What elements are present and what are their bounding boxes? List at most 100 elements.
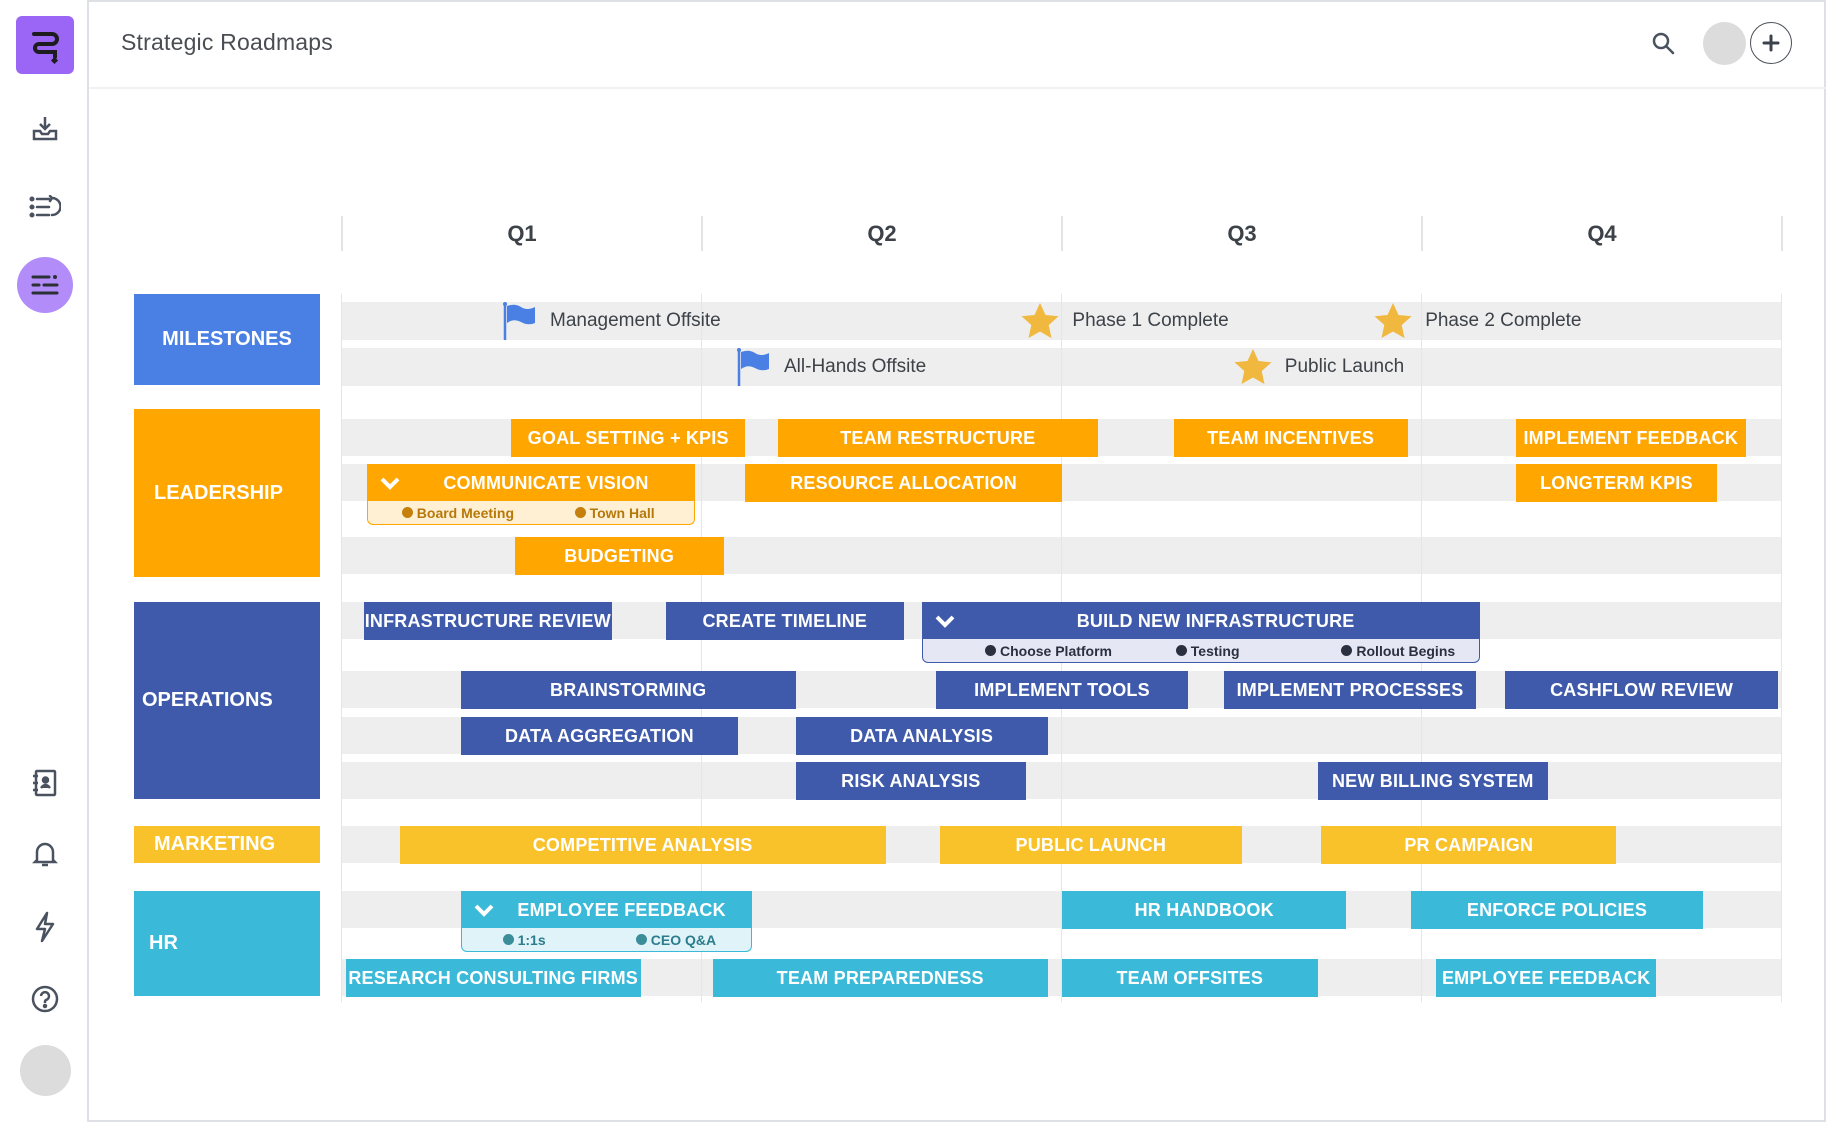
bar-label: EMPLOYEE FEEDBACK (1441, 967, 1651, 988)
star-icon (1374, 303, 1412, 339)
sidebar-item-notifications[interactable] (22, 831, 68, 877)
roadmap-bar[interactable]: IMPLEMENT TOOLS (936, 671, 1188, 709)
roadmap-bar[interactable]: INFRASTRUCTURE REVIEW (363, 602, 612, 640)
roadmap-bar[interactable]: HR HANDBOOK (1062, 891, 1347, 929)
roadmap-bar[interactable]: NEW BILLING SYSTEM (1317, 762, 1548, 800)
roadmap-bar[interactable]: EMPLOYEE FEEDBACK (1436, 959, 1656, 997)
milestone-flag[interactable]: Management Offsite (502, 300, 721, 342)
bar-subitems: 1:1s CEO Q&A (460, 928, 753, 952)
sidebar-item-import[interactable] (22, 106, 68, 152)
bar-label: DATA ANALYSIS (850, 725, 994, 746)
roadmap-bar[interactable]: TEAM INCENTIVES (1173, 419, 1408, 457)
category-marketing: MARKETING (134, 826, 320, 863)
sidebar-item-roadmap[interactable] (17, 257, 73, 313)
sidebar-item-help[interactable] (22, 976, 68, 1022)
milestone-label: All-Hands Offsite (784, 356, 927, 377)
roadmap-bar[interactable]: ENFORCE POLICIES (1411, 891, 1703, 929)
subitem[interactable]: CEO Q&A (635, 932, 716, 948)
sidebar-item-list[interactable] (22, 184, 68, 230)
milestone-flag[interactable]: All-Hands Offsite (736, 346, 926, 388)
dot-icon (984, 645, 996, 656)
dot-icon (1175, 645, 1187, 656)
roadmap-icon (31, 275, 59, 295)
dot-icon (1341, 645, 1353, 656)
chevron-down-icon[interactable] (934, 610, 956, 632)
search-icon (1652, 32, 1675, 55)
bar-label: RESEARCH CONSULTING FIRMS (348, 967, 639, 988)
roadmap-bar[interactable]: TEAM PREPAREDNESS (712, 959, 1048, 997)
app-logo[interactable] (16, 16, 74, 74)
star-icon (1234, 349, 1272, 385)
header-avatar[interactable] (1703, 22, 1746, 65)
roadmap-bar[interactable]: DATA ANALYSIS (795, 717, 1048, 755)
dot-icon (574, 507, 586, 518)
subitem-label: Rollout Begins (1356, 642, 1456, 659)
roadmap-bar[interactable]: TEAM OFFSITES (1062, 959, 1318, 997)
roadmap-bar[interactable]: BUDGETING (514, 537, 724, 575)
roadmap-bar[interactable]: BRAINSTORMING (460, 671, 796, 709)
subitem[interactable]: Town Hall (574, 505, 655, 521)
sidebar (0, 0, 89, 1122)
bar-label: IMPLEMENT PROCESSES (1236, 679, 1464, 700)
roadmap-bar[interactable]: IMPLEMENT FEEDBACK (1515, 419, 1746, 457)
chevron-down-icon[interactable] (473, 899, 495, 921)
milestone-star[interactable]: Public Launch (1233, 346, 1404, 388)
quarter-divider-header (341, 216, 343, 251)
sidebar-item-automations[interactable] (22, 904, 68, 950)
bar-label: RESOURCE ALLOCATION (790, 472, 1017, 493)
subitem[interactable]: Choose Platform (984, 643, 1112, 659)
milestone-star[interactable]: Phase 1 Complete (1020, 300, 1229, 342)
inbox-download-icon (32, 117, 58, 141)
bar-label: TEAM INCENTIVES (1207, 427, 1375, 448)
bar-label: TEAM OFFSITES (1116, 967, 1264, 988)
quarter-divider-header (701, 216, 703, 251)
plus-icon (1762, 34, 1780, 52)
roadmap-logo-icon (32, 32, 59, 65)
subitem[interactable]: Testing (1175, 643, 1240, 659)
bar-label: INFRASTRUCTURE REVIEW (364, 610, 611, 631)
row-band (342, 348, 1782, 386)
roadmap-bar[interactable]: PR CAMPAIGN (1321, 826, 1617, 864)
flag-icon (737, 348, 769, 386)
roadmap-bar[interactable]: DATA AGGREGATION (460, 717, 738, 755)
quarter-header-q2: Q2 (867, 221, 897, 246)
bell-icon (32, 842, 58, 867)
bar-label: DATA AGGREGATION (504, 725, 694, 746)
roadmap-bar[interactable]: COMMUNICATE VISION (367, 464, 695, 502)
roadmap-bar[interactable]: CREATE TIMELINE (666, 602, 904, 640)
roadmap-bar[interactable]: GOAL SETTING + KPIS (511, 419, 746, 457)
roadmap-bar[interactable]: BUILD NEW INFRASTRUCTURE (921, 602, 1480, 640)
bar-label: PUBLIC LAUNCH (1015, 834, 1167, 855)
milestone-label: Phase 2 Complete (1425, 310, 1582, 331)
roadmap-bar[interactable]: LONGTERM KPIS (1515, 464, 1718, 502)
row-band (342, 762, 1782, 799)
add-button[interactable] (1750, 22, 1792, 64)
roadmap-bar[interactable]: RISK ANALYSIS (795, 762, 1026, 800)
chevron-down-icon[interactable] (379, 472, 401, 494)
bar-label: CASHFLOW REVIEW (1550, 679, 1734, 700)
search-button[interactable] (1650, 30, 1678, 58)
subitem[interactable]: 1:1s (502, 932, 546, 948)
category-hr: HR (134, 891, 320, 996)
roadmap-bar[interactable]: IMPLEMENT PROCESSES (1224, 671, 1476, 709)
subitem[interactable]: Board Meeting (401, 505, 514, 521)
bar-label: BUILD NEW INFRASTRUCTURE (1076, 610, 1355, 631)
category-leadership: LEADERSHIP (134, 409, 320, 577)
bar-label: LONGTERM KPIS (1540, 472, 1693, 493)
roadmap-bar[interactable]: COMPETITIVE ANALYSIS (399, 826, 886, 864)
bar-label: COMPETITIVE ANALYSIS (532, 834, 753, 855)
roadmap-bar[interactable]: RESEARCH CONSULTING FIRMS (345, 959, 641, 997)
roadmap-bar[interactable]: EMPLOYEE FEEDBACK (460, 891, 753, 929)
roadmap-bar[interactable]: TEAM RESTRUCTURE (777, 419, 1098, 457)
quarter-divider-header (1781, 216, 1783, 251)
top-header: Strategic Roadmaps (89, 0, 1826, 89)
roadmap-bar[interactable]: CASHFLOW REVIEW (1504, 671, 1779, 709)
subitem[interactable]: Rollout Begins (1341, 643, 1455, 659)
user-avatar[interactable] (20, 1045, 71, 1096)
quarter-header-q4: Q4 (1587, 221, 1617, 246)
roadmap-bar[interactable]: PUBLIC LAUNCH (939, 826, 1242, 864)
dot-icon (401, 507, 413, 518)
milestone-star[interactable]: Phase 2 Complete (1373, 300, 1582, 342)
sidebar-item-contacts[interactable] (22, 760, 68, 806)
roadmap-bar[interactable]: RESOURCE ALLOCATION (745, 464, 1062, 502)
